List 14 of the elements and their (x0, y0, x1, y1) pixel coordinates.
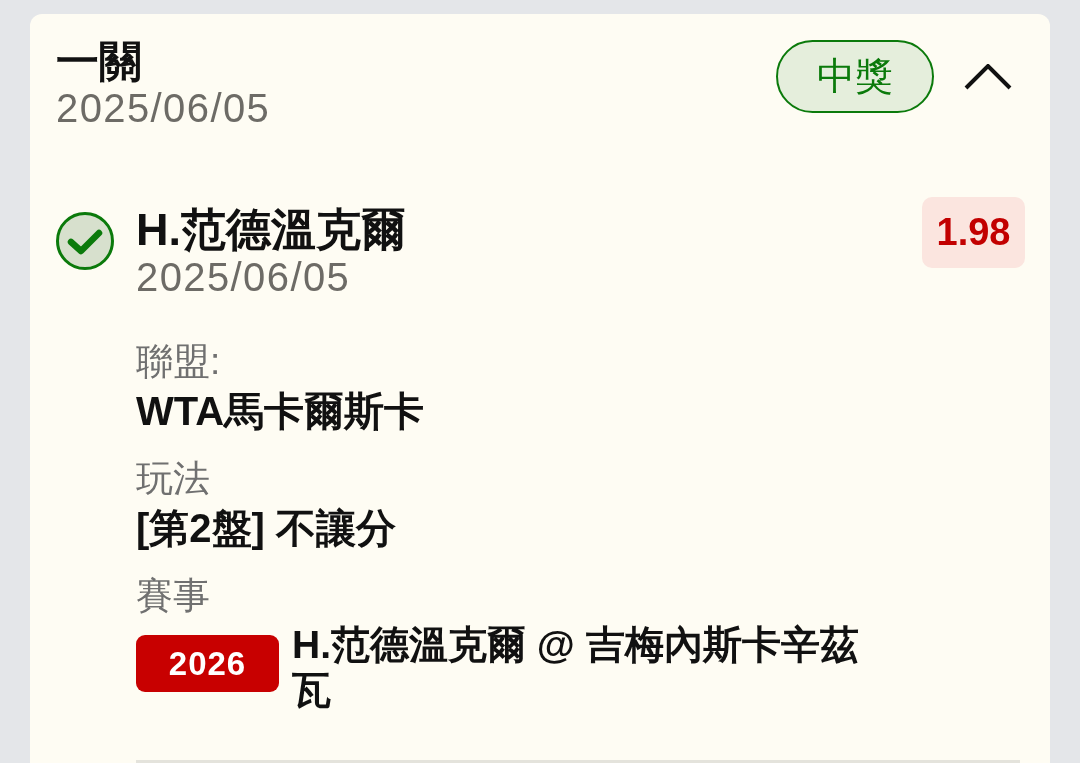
match-name: H.范德溫克爾 @ 吉梅內斯卡辛茲瓦 (292, 622, 860, 712)
field-value: [第2盤] 不讓分 (136, 505, 397, 551)
selection-name: H.范德溫克爾 (136, 205, 407, 255)
result-badge: 中獎 (776, 40, 934, 113)
bet-date: 2025/06/05 (56, 86, 271, 130)
match-date: 2025/06/05 (136, 255, 352, 299)
field-label: 賽事 (136, 574, 211, 618)
event-code-badge: 2026 (136, 635, 279, 692)
field-value: WTA馬卡爾斯卡 (136, 388, 426, 434)
odds-badge: 1.98 (922, 197, 1025, 268)
field-label: 聯盟: (136, 340, 222, 384)
chevron-up-icon[interactable] (964, 63, 1012, 90)
field-label: 玩法 (136, 457, 211, 501)
bet-type-title: 一關 (56, 36, 143, 86)
